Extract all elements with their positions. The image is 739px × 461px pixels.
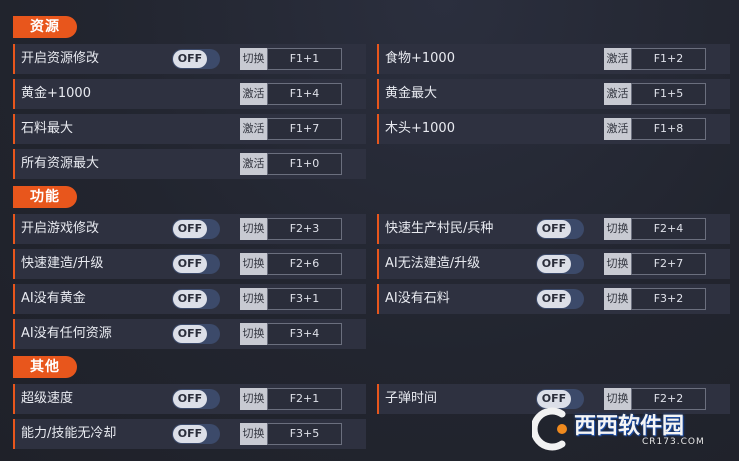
cheat-label: 子弹时间: [385, 391, 438, 406]
action-button[interactable]: 激活: [240, 83, 267, 105]
action-button[interactable]: 切换: [240, 388, 267, 410]
cheat-label: 能力/技能无冷却: [21, 426, 117, 441]
cheat-row: AI没有任何资源 OFF 切换 F3+4: [13, 319, 366, 349]
cheat-row: 能力/技能无冷却 OFF 切换 F3+5: [13, 419, 366, 449]
cheat-row: 食物+1000 激活 F1+2: [377, 44, 730, 74]
cheat-row: 木头+1000 激活 F1+8: [377, 114, 730, 144]
action-button[interactable]: 切换: [240, 218, 267, 240]
hotkey-field[interactable]: F2+3: [267, 218, 342, 240]
toggle-switch[interactable]: OFF: [536, 254, 584, 274]
hotkey-field[interactable]: F2+7: [631, 253, 706, 275]
toggle-switch[interactable]: OFF: [536, 289, 584, 309]
site-watermark-logo: 西西软件园 CR173.COM: [530, 406, 722, 452]
toggle-knob: OFF: [173, 290, 207, 308]
toggle-switch[interactable]: OFF: [172, 49, 220, 69]
section-title-resources: 资源: [13, 16, 77, 38]
cheat-label: 快速生产村民/兵种: [385, 221, 494, 236]
toggle-knob: OFF: [537, 255, 571, 273]
cheat-label: 黄金最大: [385, 86, 438, 101]
hotkey-field[interactable]: F3+1: [267, 288, 342, 310]
cheat-row: 快速生产村民/兵种 OFF 切换 F2+4: [377, 214, 730, 244]
hotkey-field[interactable]: F3+5: [267, 423, 342, 445]
action-button[interactable]: 切换: [604, 288, 631, 310]
toggle-knob: OFF: [173, 325, 207, 343]
hotkey-field[interactable]: F3+2: [631, 288, 706, 310]
toggle-switch[interactable]: OFF: [172, 389, 220, 409]
hotkey-field[interactable]: F1+5: [631, 83, 706, 105]
cheat-label: 黄金+1000: [21, 86, 91, 101]
action-button[interactable]: 激活: [240, 153, 267, 175]
cheat-row: 超级速度 OFF 切换 F2+1: [13, 384, 366, 414]
cheat-row: 开启资源修改 OFF 切换 F1+1: [13, 44, 366, 74]
cheat-row: 开启游戏修改 OFF 切换 F2+3: [13, 214, 366, 244]
watermark-subtext: CR173.COM: [642, 437, 705, 447]
cheat-label: 所有资源最大: [21, 156, 100, 171]
action-button[interactable]: 切换: [604, 218, 631, 240]
hotkey-field[interactable]: F2+1: [267, 388, 342, 410]
cheat-row: 黄金最大 激活 F1+5: [377, 79, 730, 109]
section-title-features: 功能: [13, 186, 77, 208]
section-title-other: 其他: [13, 356, 77, 378]
action-button[interactable]: 切换: [604, 253, 631, 275]
action-button[interactable]: 激活: [240, 118, 267, 140]
action-button[interactable]: 切换: [240, 423, 267, 445]
cheat-label: 开启游戏修改: [21, 221, 100, 236]
cheat-row: AI没有黄金 OFF 切换 F3+1: [13, 284, 366, 314]
toggle-switch[interactable]: OFF: [172, 289, 220, 309]
cheat-label: 开启资源修改: [21, 51, 100, 66]
toggle-knob: OFF: [173, 255, 207, 273]
hotkey-field[interactable]: F1+4: [267, 83, 342, 105]
toggle-knob: OFF: [173, 390, 207, 408]
action-button[interactable]: 切换: [240, 323, 267, 345]
hotkey-field[interactable]: F1+0: [267, 153, 342, 175]
toggle-switch[interactable]: OFF: [172, 219, 220, 239]
hotkey-field[interactable]: F1+1: [267, 48, 342, 70]
watermark-text: 西西软件园: [574, 414, 685, 439]
hotkey-field[interactable]: F3+4: [267, 323, 342, 345]
cheat-label: AI没有任何资源: [21, 326, 112, 341]
cheat-label: AI无法建造/升级: [385, 256, 481, 271]
cheat-row: AI没有石料 OFF 切换 F3+2: [377, 284, 730, 314]
cheat-label: 快速建造/升级: [21, 256, 104, 271]
cheat-label: 食物+1000: [385, 51, 455, 66]
toggle-switch[interactable]: OFF: [536, 219, 584, 239]
action-button[interactable]: 切换: [240, 253, 267, 275]
toggle-knob: OFF: [173, 50, 207, 68]
cheat-row: 所有资源最大 激活 F1+0: [13, 149, 366, 179]
cheat-row: 黄金+1000 激活 F1+4: [13, 79, 366, 109]
toggle-knob: OFF: [173, 425, 207, 443]
hotkey-field[interactable]: F1+2: [631, 48, 706, 70]
hotkey-field[interactable]: F2+6: [267, 253, 342, 275]
toggle-switch[interactable]: OFF: [172, 324, 220, 344]
cheat-label: 石料最大: [21, 121, 74, 136]
hotkey-field[interactable]: F2+4: [631, 218, 706, 240]
toggle-switch[interactable]: OFF: [172, 254, 220, 274]
action-button[interactable]: 切换: [240, 48, 267, 70]
hotkey-field[interactable]: F1+7: [267, 118, 342, 140]
toggle-knob: OFF: [173, 220, 207, 238]
action-button[interactable]: 激活: [604, 118, 631, 140]
toggle-knob: OFF: [537, 220, 571, 238]
cheat-row: 快速建造/升级 OFF 切换 F2+6: [13, 249, 366, 279]
toggle-knob: OFF: [537, 290, 571, 308]
action-button[interactable]: 激活: [604, 48, 631, 70]
action-button[interactable]: 切换: [240, 288, 267, 310]
hotkey-field[interactable]: F1+8: [631, 118, 706, 140]
toggle-switch[interactable]: OFF: [172, 424, 220, 444]
cheat-label: 超级速度: [21, 391, 74, 406]
cheat-label: 木头+1000: [385, 121, 455, 136]
action-button[interactable]: 激活: [604, 83, 631, 105]
cheat-label: AI没有石料: [385, 291, 450, 306]
cheat-label: AI没有黄金: [21, 291, 86, 306]
cheat-row: AI无法建造/升级 OFF 切换 F2+7: [377, 249, 730, 279]
cheat-row: 石料最大 激活 F1+7: [13, 114, 366, 144]
